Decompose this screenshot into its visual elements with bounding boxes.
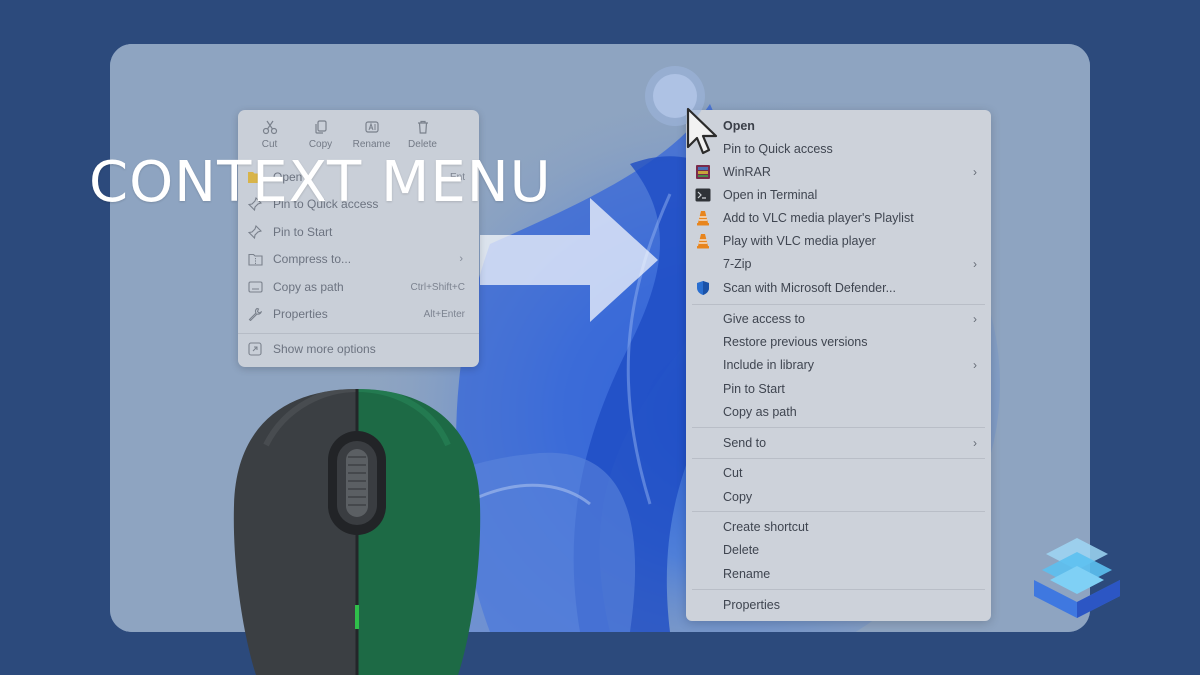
menu-item-label: Delete [723, 542, 760, 557]
menu-item-label: Show more options [273, 342, 376, 356]
menu-item-label: Add to VLC media player's Playlist [723, 210, 914, 225]
terminal-icon [695, 187, 711, 203]
chevron-right-icon: › [973, 311, 977, 326]
menu-item-shortcut: Alt+Enter [423, 308, 465, 320]
archive-icon [247, 251, 263, 267]
computer-mouse-image [233, 389, 481, 675]
menu-item-copy[interactable]: Copy [686, 485, 991, 508]
menu-divider [692, 511, 985, 512]
menu-item-label: Include in library [723, 357, 815, 372]
cut-label: Cut [261, 139, 278, 150]
chevron-right-icon: › [973, 256, 977, 271]
menu-item-label: Copy [723, 489, 753, 504]
menu-item-label: Rename [723, 566, 771, 581]
classic-context-menu: Open Pin to Quick access WinRAR › Open i… [686, 110, 991, 621]
menu-item-winrar[interactable]: WinRAR › [686, 160, 991, 183]
wrench-icon [247, 306, 263, 322]
menu-item-label: 7-Zip [723, 256, 752, 271]
menu-item-properties[interactable]: Properties Alt+Enter [244, 301, 473, 327]
menu-item-copy-as-path[interactable]: Copy as path Ctrl+Shift+C [244, 274, 473, 300]
menu-divider [692, 458, 985, 459]
menu-item-label: Open in Terminal [723, 187, 818, 202]
menu-item-copy-as-path[interactable]: Copy as path [686, 400, 991, 423]
menu-item-open-terminal[interactable]: Open in Terminal [686, 183, 991, 206]
expand-icon [247, 341, 263, 357]
mouse-pointer-icon [686, 107, 718, 155]
vlc-icon [695, 210, 711, 226]
menu-item-label: Pin to Quick access [723, 141, 833, 156]
chevron-right-icon: › [973, 357, 977, 372]
copy-icon [314, 120, 327, 134]
rename-icon [364, 121, 379, 133]
trash-icon [417, 120, 428, 134]
menu-item-label: Compress to... [273, 252, 352, 266]
menu-item-pin-start[interactable]: Pin to Start [244, 219, 473, 245]
menu-item-include-library[interactable]: Include in library › [686, 353, 991, 376]
menu-item-restore-versions[interactable]: Restore previous versions [686, 330, 991, 353]
layers-logo-icon [1034, 538, 1120, 618]
windows11-context-menu: Cut Copy Rename Delete Open Ent Pin to Q… [238, 110, 479, 367]
menu-item-scan-defender[interactable]: Scan with Microsoft Defender... [686, 276, 991, 299]
chevron-right-icon: › [973, 435, 977, 450]
menu-item-delete[interactable]: Delete [686, 538, 991, 561]
menu-item-pin-start[interactable]: Pin to Start [686, 377, 991, 400]
copy-label: Copy [308, 139, 333, 150]
menu-item-label: Copy as path [273, 280, 344, 294]
menu-divider [692, 304, 985, 305]
menu-item-show-more-options[interactable]: Show more options [244, 336, 473, 362]
rename-label: Rename [352, 139, 391, 150]
defender-shield-icon [695, 280, 711, 296]
menu-item-label: Cut [723, 465, 743, 480]
menu-item-label: Pin to Start [723, 381, 785, 396]
menu-divider [238, 333, 479, 334]
pin-icon [247, 224, 263, 240]
delete-label: Delete [408, 139, 437, 150]
right-arrow-icon [480, 198, 658, 322]
chevron-right-icon: › [973, 164, 977, 179]
menu-item-label: Copy as path [723, 404, 797, 419]
menu-item-create-shortcut[interactable]: Create shortcut [686, 515, 991, 538]
menu-item-pin-quick-access[interactable]: Pin to Quick access [686, 137, 991, 160]
vlc-icon [695, 233, 711, 249]
page-title: CONTEXT MENU [89, 150, 552, 215]
menu-item-rename[interactable]: Rename [686, 562, 991, 585]
menu-item-open[interactable]: Open [686, 114, 991, 137]
scissors-icon [262, 120, 277, 135]
winrar-icon [695, 164, 711, 180]
menu-item-label: Create shortcut [723, 519, 809, 534]
menu-item-label: Properties [723, 597, 780, 612]
menu-item-compress[interactable]: Compress to... › [244, 246, 473, 272]
menu-item-properties[interactable]: Properties [686, 593, 991, 616]
path-icon [247, 279, 263, 295]
menu-item-play-vlc[interactable]: Play with VLC media player [686, 229, 991, 252]
menu-item-give-access[interactable]: Give access to › [686, 307, 991, 330]
menu-item-label: WinRAR [723, 164, 771, 179]
menu-item-label: Play with VLC media player [723, 233, 876, 248]
menu-item-shortcut: Ctrl+Shift+C [410, 281, 465, 293]
menu-item-label: Scan with Microsoft Defender... [723, 280, 896, 295]
menu-item-label: Properties [273, 307, 328, 321]
menu-item-label: Open [723, 118, 755, 133]
menu-item-label: Send to [723, 435, 767, 450]
menu-divider [692, 589, 985, 590]
chevron-right-icon: › [459, 253, 463, 265]
menu-item-vlc-playlist[interactable]: Add to VLC media player's Playlist [686, 206, 991, 229]
menu-item-label: Restore previous versions [723, 334, 868, 349]
menu-item-label: Pin to Start [273, 225, 333, 239]
menu-item-7zip[interactable]: 7-Zip › [686, 252, 991, 275]
menu-item-label: Give access to [723, 311, 805, 326]
menu-item-send-to[interactable]: Send to › [686, 431, 991, 454]
menu-item-cut[interactable]: Cut [686, 461, 991, 484]
menu-divider [692, 427, 985, 428]
